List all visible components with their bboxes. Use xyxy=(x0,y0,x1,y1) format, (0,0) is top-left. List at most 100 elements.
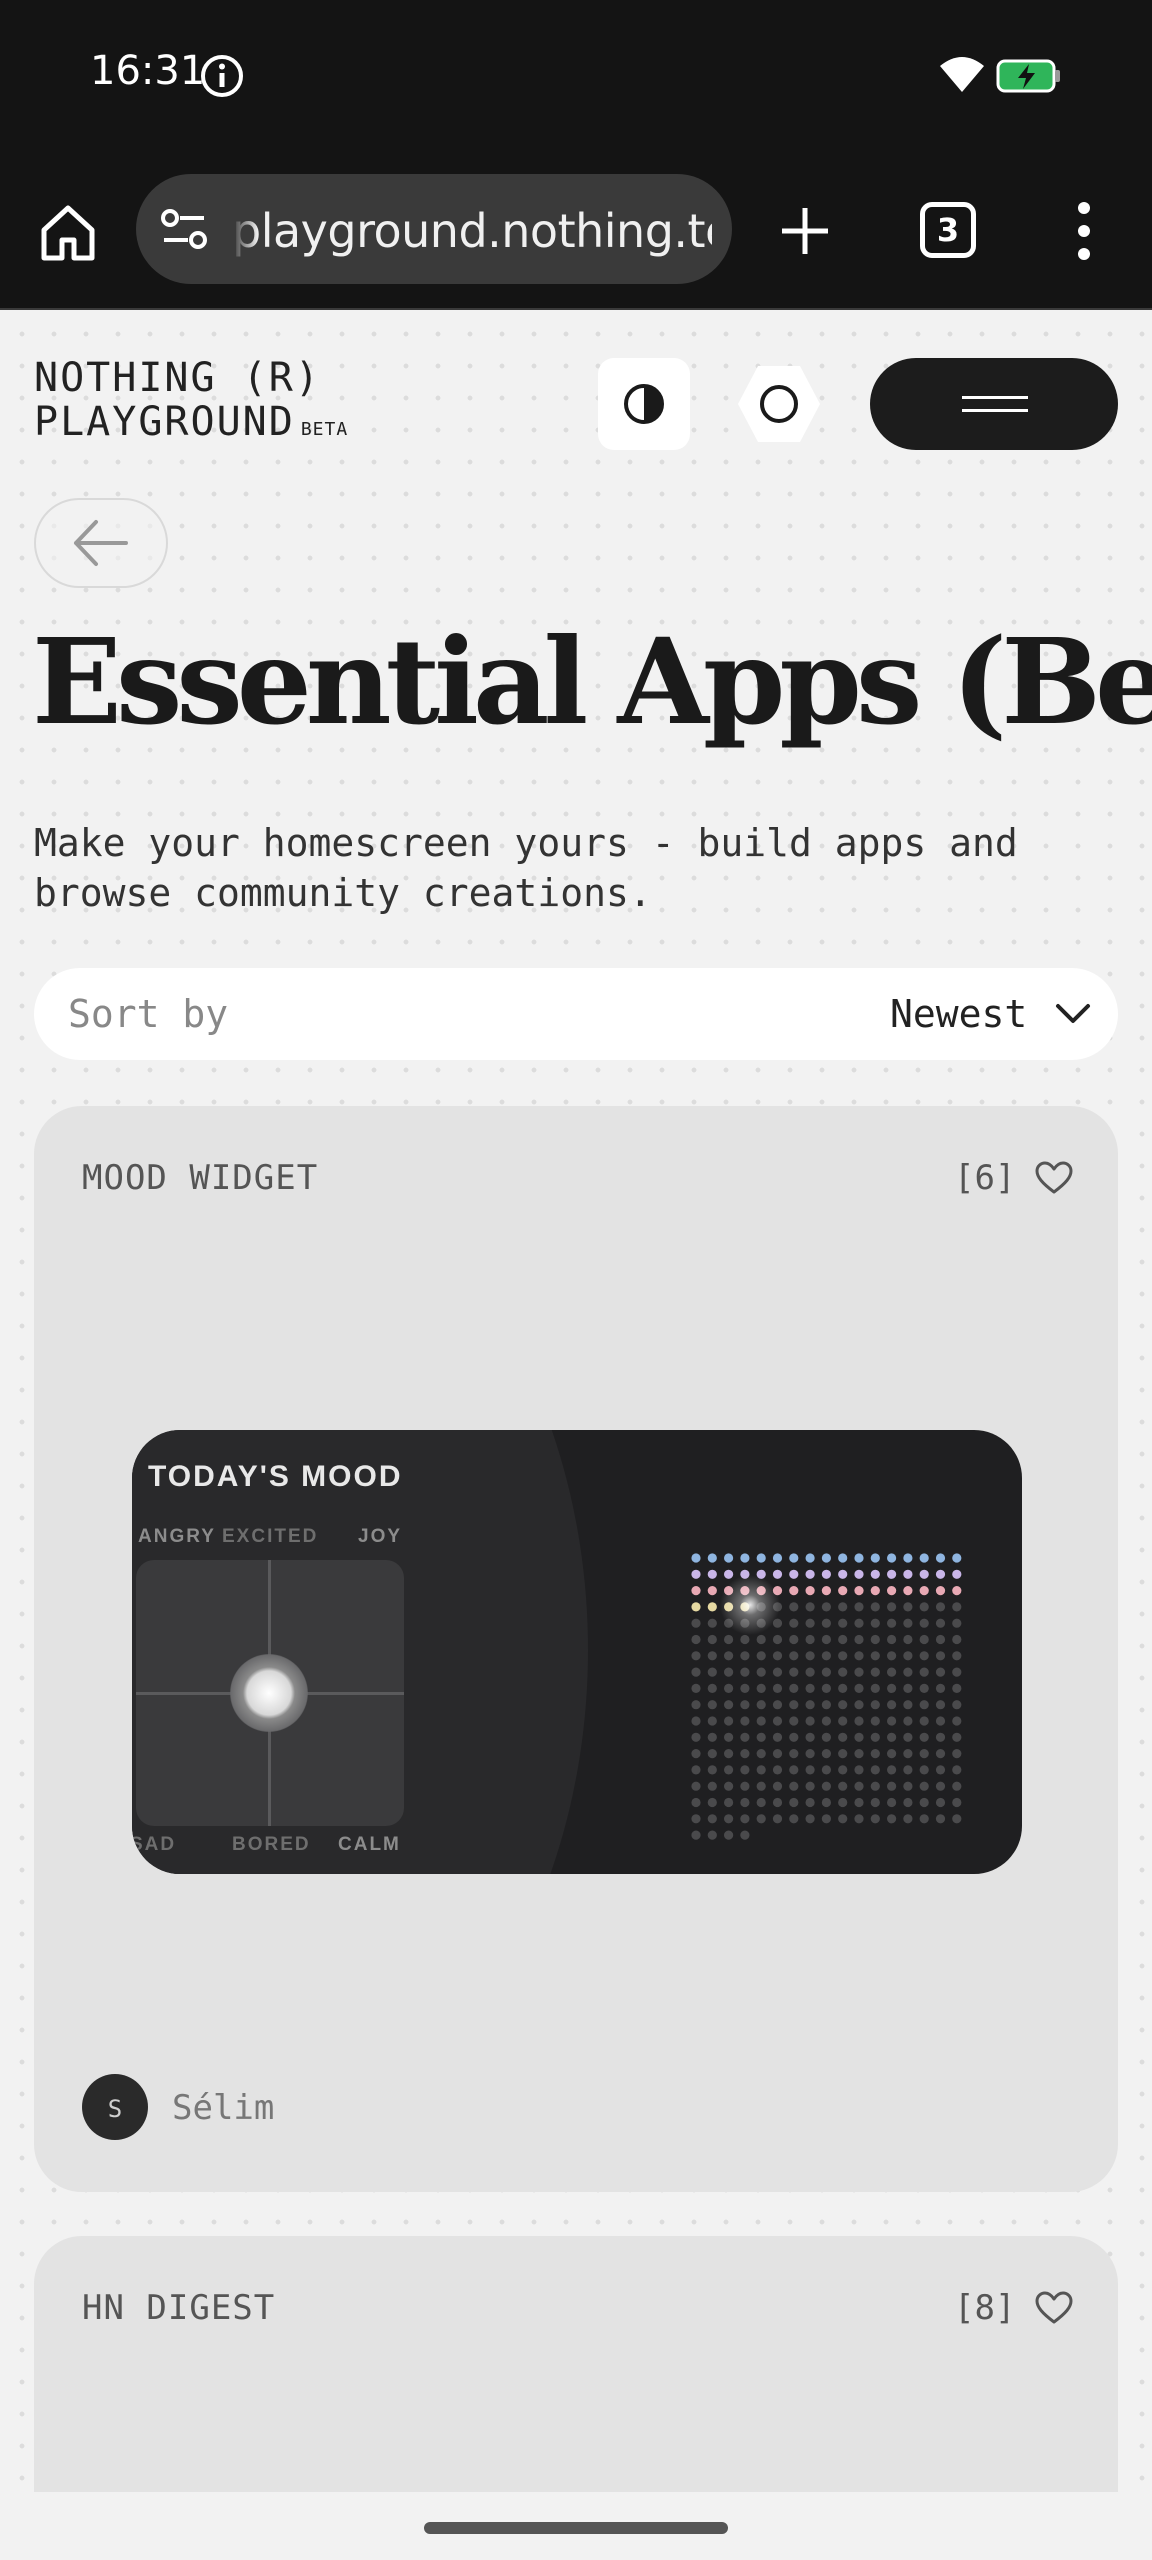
mood-dot xyxy=(821,1586,831,1596)
sort-dropdown[interactable]: Sort by Newest xyxy=(34,968,1118,1060)
mood-dot xyxy=(821,1814,831,1824)
avatar[interactable]: S xyxy=(82,2074,148,2140)
mood-dot xyxy=(903,1749,913,1759)
arrow-left-icon xyxy=(74,520,128,566)
mood-dot xyxy=(870,1683,880,1693)
mood-dot xyxy=(756,1651,766,1661)
hamburger-menu-button[interactable] xyxy=(870,358,1118,450)
heart-icon[interactable] xyxy=(1034,2290,1074,2326)
mood-dot xyxy=(887,1602,897,1612)
mood-dot xyxy=(740,1797,750,1808)
mood-dot xyxy=(952,1716,962,1726)
mood-dot xyxy=(838,1814,848,1824)
mood-dot xyxy=(838,1651,848,1661)
mood-dot xyxy=(854,1667,864,1677)
mood-dot xyxy=(854,1569,864,1579)
app-card[interactable]: MOOD WIDGET [6] TODAY'S MOOD ANGRY EXCIT… xyxy=(34,1106,1118,2192)
mood-dot xyxy=(772,1781,783,1791)
mood-dot xyxy=(707,1683,717,1693)
mood-dot xyxy=(870,1797,880,1808)
mood-dot xyxy=(789,1618,799,1628)
mood-dot xyxy=(707,1634,717,1645)
more-vert-icon[interactable] xyxy=(1060,198,1108,264)
mood-dot xyxy=(805,1749,815,1759)
app-card[interactable]: HN DIGEST [8] xyxy=(34,2236,1118,2492)
mood-dot xyxy=(707,1732,717,1742)
browser-toolbar: playground.nothing.tech 3 xyxy=(0,150,1152,310)
mood-dot xyxy=(870,1634,880,1645)
mood-dot xyxy=(789,1569,799,1579)
mood-dot xyxy=(919,1634,929,1645)
mood-dot xyxy=(789,1781,799,1791)
mood-dot xyxy=(691,1700,701,1710)
mood-dot xyxy=(756,1732,766,1742)
mood-dot xyxy=(838,1716,848,1726)
address-bar[interactable]: playground.nothing.tech xyxy=(136,174,732,284)
mood-dot xyxy=(870,1667,880,1677)
mood-dot xyxy=(919,1651,929,1661)
mood-dot xyxy=(821,1683,831,1693)
mood-dot xyxy=(691,1797,701,1808)
site-logo[interactable]: NOTHING (R) PLAYGROUND BETA xyxy=(34,356,348,452)
mood-dot xyxy=(838,1683,848,1693)
avatar-initial-icon: S xyxy=(108,2095,122,2123)
mood-dot xyxy=(854,1749,864,1759)
mood-label-bored: BORED xyxy=(232,1834,311,1855)
mood-dot xyxy=(838,1797,848,1808)
mood-dot xyxy=(740,1765,750,1775)
mood-dot xyxy=(756,1683,766,1693)
mood-dot xyxy=(903,1781,913,1791)
mood-dot xyxy=(805,1781,815,1791)
mood-dot xyxy=(935,1553,946,1563)
mood-dot xyxy=(935,1781,946,1791)
mood-dot xyxy=(952,1618,962,1628)
logo-line-1: NOTHING (R) xyxy=(34,355,321,401)
author-name[interactable]: Sélim xyxy=(172,2088,274,2128)
mood-dot xyxy=(805,1814,815,1824)
mood-dot xyxy=(805,1634,815,1645)
mood-dot xyxy=(903,1651,913,1661)
mood-dot xyxy=(756,1765,766,1775)
tab-switcher-button[interactable]: 3 xyxy=(920,202,976,258)
mood-dot xyxy=(821,1618,831,1628)
mood-dot xyxy=(919,1586,929,1596)
mood-dot xyxy=(854,1634,864,1645)
wifi-icon xyxy=(940,57,984,92)
site-settings-icon[interactable] xyxy=(160,206,208,252)
sort-value: Newest xyxy=(890,992,1028,1036)
mood-dot xyxy=(740,1830,750,1840)
mood-dot xyxy=(772,1683,783,1693)
home-gesture-handle[interactable] xyxy=(424,2522,728,2534)
mood-dot xyxy=(691,1765,701,1775)
mood-dot xyxy=(919,1683,929,1693)
mood-dot xyxy=(870,1814,880,1824)
home-icon[interactable] xyxy=(36,200,100,264)
mood-dot xyxy=(805,1683,815,1693)
mood-dot xyxy=(838,1586,848,1596)
mood-dot xyxy=(724,1569,734,1579)
url-text[interactable]: playground.nothing.tech xyxy=(232,204,712,260)
plus-icon[interactable] xyxy=(776,202,834,260)
mood-dot xyxy=(724,1651,734,1661)
logo-line-2: PLAYGROUND BETA xyxy=(34,400,348,452)
mood-dot xyxy=(919,1618,929,1628)
mood-dot xyxy=(870,1716,880,1726)
logo-beta-badge: BETA xyxy=(300,419,349,440)
mood-dot xyxy=(887,1683,897,1693)
mood-dot xyxy=(952,1797,962,1808)
mood-label-calm: CALM xyxy=(338,1834,401,1855)
mood-dot xyxy=(935,1651,946,1661)
mood-dot xyxy=(870,1602,880,1612)
back-button[interactable] xyxy=(34,498,168,588)
mood-dot xyxy=(691,1569,701,1579)
theme-button[interactable] xyxy=(736,358,822,450)
mood-dot xyxy=(935,1683,946,1693)
mood-dot xyxy=(887,1586,897,1596)
mood-dot xyxy=(789,1667,799,1677)
mood-dot xyxy=(854,1781,864,1791)
mood-dot xyxy=(691,1634,701,1645)
mood-dot xyxy=(821,1749,831,1759)
heart-icon[interactable] xyxy=(1034,1160,1074,1196)
contrast-toggle-button[interactable] xyxy=(598,358,690,450)
mood-dot xyxy=(756,1553,766,1563)
